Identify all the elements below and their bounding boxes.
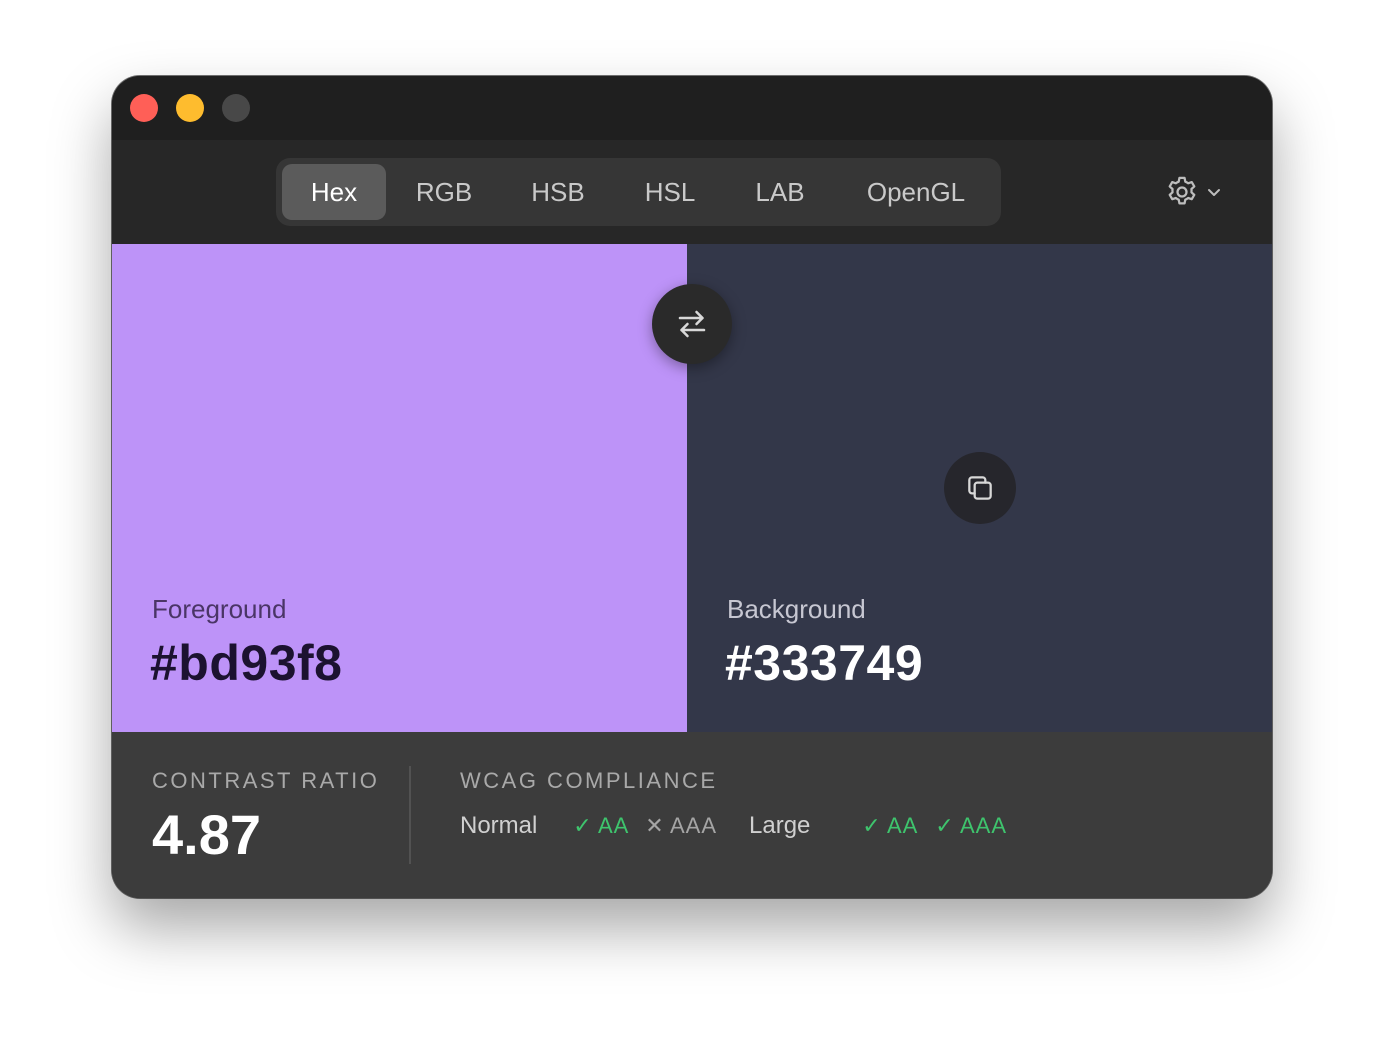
app-window: Hex RGB HSB HSL LAB OpenGL Foreground #b… xyxy=(112,76,1272,898)
check-icon: ✓ xyxy=(573,813,593,838)
tab-hsl[interactable]: HSL xyxy=(618,164,722,220)
tab-lab[interactable]: LAB xyxy=(726,164,834,220)
minimize-window-button[interactable] xyxy=(176,94,204,122)
cross-icon: ✕ xyxy=(645,813,665,838)
title-bar xyxy=(112,76,1272,140)
swap-arrows-icon xyxy=(678,310,706,338)
divider xyxy=(409,766,411,864)
large-aa-badge: ✓ AA xyxy=(861,812,918,840)
wcag-compliance-heading: WCAG COMPLIANCE xyxy=(460,768,718,793)
badge-text: AAA xyxy=(960,813,1008,838)
background-hex-value[interactable]: #333749 xyxy=(725,634,923,692)
close-window-button[interactable] xyxy=(130,94,158,122)
check-icon: ✓ xyxy=(862,813,882,838)
settings-menu-button[interactable] xyxy=(1164,174,1228,210)
large-text-label: Large xyxy=(749,812,811,839)
copy-color-button[interactable] xyxy=(944,452,1016,524)
zoom-window-button[interactable] xyxy=(222,94,250,122)
normal-aaa-badge: ✕ AAA xyxy=(644,812,717,840)
tab-opengl[interactable]: OpenGL xyxy=(838,164,994,220)
badge-text: AAA xyxy=(670,813,718,838)
swap-colors-button[interactable] xyxy=(652,284,732,364)
large-aaa-badge: ✓ AAA xyxy=(934,812,1007,840)
normal-text-label: Normal xyxy=(460,812,538,839)
copy-icon xyxy=(968,476,992,500)
toolbar: Hex RGB HSB HSL LAB OpenGL xyxy=(112,140,1272,244)
tab-rgb[interactable]: RGB xyxy=(390,164,498,220)
normal-aa-badge: ✓ AA xyxy=(572,812,629,840)
foreground-panel[interactable]: Foreground #bd93f8 xyxy=(112,244,687,732)
tab-hex[interactable]: Hex xyxy=(282,164,386,220)
badge-text: AA xyxy=(598,813,630,838)
contrast-ratio-heading: CONTRAST RATIO xyxy=(152,768,380,793)
background-label: Background xyxy=(727,594,866,624)
contrast-ratio-value: 4.87 xyxy=(152,803,261,866)
foreground-hex-value[interactable]: #bd93f8 xyxy=(150,634,342,692)
badge-text: AA xyxy=(887,813,919,838)
gear-icon xyxy=(1168,176,1196,205)
check-icon: ✓ xyxy=(935,813,955,838)
foreground-label: Foreground xyxy=(152,594,287,624)
tab-hsb[interactable]: HSB xyxy=(502,164,614,220)
chevron-down-icon xyxy=(1208,189,1220,196)
contrast-summary: CONTRAST RATIO 4.87 WCAG COMPLIANCE Norm… xyxy=(112,732,1272,898)
color-format-selector: Hex RGB HSB HSL LAB OpenGL xyxy=(276,158,1001,226)
